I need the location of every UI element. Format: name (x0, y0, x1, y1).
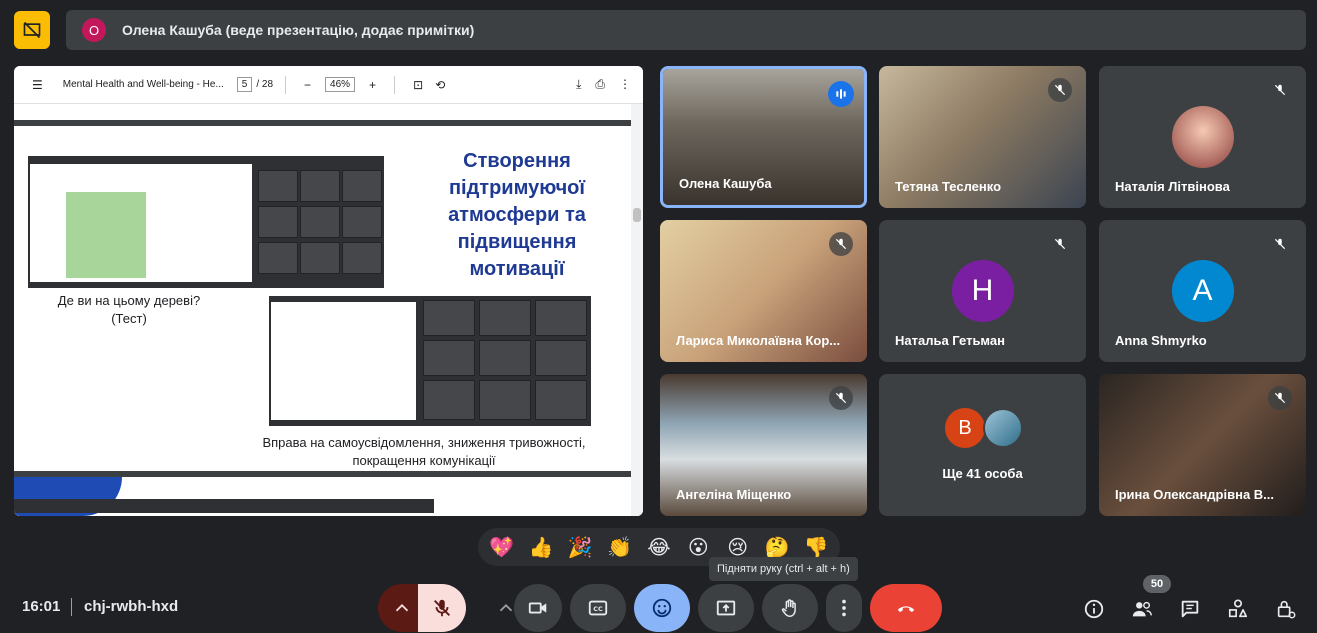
page-total: / 28 (256, 79, 274, 90)
presenter-banner: О Олена Кашуба (веде презентацію, додає … (66, 10, 1306, 50)
participant-avatar: H (951, 260, 1014, 322)
thumbs-up-reaction[interactable]: 👍 (524, 530, 558, 564)
more-participants-label: Ще 41 особа (942, 466, 1023, 481)
participant-avatar: A (1171, 260, 1234, 322)
sparkling-heart-reaction[interactable]: 💖 (485, 530, 519, 564)
clapping-reaction[interactable]: 👏 (603, 530, 637, 564)
party-popper-reaction[interactable]: 🎉 (563, 530, 597, 564)
participant-tile[interactable]: Ірина Олександрівна В... (1099, 374, 1306, 516)
participant-tile[interactable]: A Anna Shmyrko (1099, 220, 1306, 362)
participant-name: Наталія Літвінова (1115, 179, 1230, 194)
participant-tile[interactable]: Тетяна Тесленко (879, 66, 1086, 208)
hang-up-icon (897, 606, 915, 613)
microphone-toggle-button[interactable] (418, 584, 466, 632)
stop-presenting-icon[interactable] (14, 11, 50, 49)
participant-tile[interactable]: Наталія Літвінова (1099, 66, 1306, 208)
download-icon[interactable]: ⤓ (576, 77, 581, 92)
speaking-indicator-icon (828, 81, 854, 107)
camera-toggle-button[interactable] (514, 584, 562, 632)
raise-hand-button[interactable] (762, 584, 818, 632)
meeting-details-icon[interactable] (1081, 596, 1107, 622)
more-participants-tile[interactable]: В Ще 41 особа (879, 374, 1086, 516)
participant-name: Олена Кашуба (679, 176, 772, 191)
slide-title: Створення підтримуючої атмосфери та підв… (448, 150, 586, 280)
participant-name: Тетяна Тесленко (895, 179, 1002, 194)
participant-name: Ірина Олександрівна В... (1115, 487, 1275, 502)
rotate-icon[interactable]: ⟲ (435, 78, 445, 92)
slide-page: Створення підтримуючої атмосфери та підв… (14, 126, 631, 471)
more-vert-icon (842, 599, 846, 617)
toolbar-divider (394, 75, 396, 94)
footer-divider (71, 598, 72, 616)
reactions-button[interactable] (634, 584, 690, 632)
hand-icon (781, 599, 796, 617)
more-vert-icon[interactable]: ⋮ (619, 77, 631, 92)
chat-icon[interactable] (1177, 596, 1203, 622)
zoom-input[interactable]: 46% (325, 77, 356, 92)
participant-tile[interactable]: Лариса Миколаївна Кор... (660, 220, 867, 362)
present-now-button[interactable] (698, 584, 754, 632)
slide-caption-tree: Де ви на цьому дереві? (Тест) (57, 293, 201, 326)
participant-tile[interactable]: Олена Кашуба (660, 66, 867, 208)
menu-icon[interactable]: ☰ (32, 78, 43, 92)
meeting-code: chj-rwbh-hxd (84, 598, 179, 615)
slide-screenshot-2 (269, 296, 591, 426)
next-page-screenshot (14, 499, 434, 513)
screenshot-slide (271, 302, 416, 420)
closed-captions-icon: CC (588, 600, 608, 616)
present-screen-icon (716, 600, 736, 616)
chevron-up-icon (395, 603, 409, 612)
participant-tile[interactable]: H Натальа Гетьман (879, 220, 1086, 362)
mic-off-icon (1048, 78, 1072, 102)
participant-avatar: В (945, 408, 985, 448)
participant-avatar (983, 408, 1023, 448)
tears-of-joy-reaction[interactable]: 😂 (642, 530, 676, 564)
presenter-banner-text: Олена Кашуба (веде презентацію, додає пр… (122, 22, 475, 38)
participant-name: Anna Shmyrko (1115, 333, 1207, 348)
mic-off-icon (434, 599, 450, 617)
host-controls-icon[interactable] (1273, 596, 1299, 622)
page-number-input[interactable]: 5 (236, 77, 253, 92)
leave-call-button[interactable] (870, 584, 942, 632)
presentation-stage: ☰ Mental Health and Well-being - He... 5… (14, 66, 643, 516)
raise-hand-tooltip: Підняти руку (ctrl + alt + h) (709, 557, 858, 581)
next-page (14, 477, 631, 516)
pdf-title: Mental Health and Well-being - He... (62, 79, 224, 90)
participant-name: Натальа Гетьман (895, 333, 1005, 348)
emoji-icon (652, 598, 672, 618)
mic-off-icon (1268, 232, 1292, 256)
zoom-out-button[interactable]: − (304, 78, 311, 92)
participant-tile[interactable]: Ангеліна Міщенко (660, 374, 867, 516)
scrollbar[interactable] (631, 104, 643, 516)
mic-off-icon (1048, 232, 1072, 256)
participant-name: Ангеліна Міщенко (676, 487, 792, 502)
mic-off-icon (1268, 386, 1292, 410)
slide-caption-exercise: Вправа на самоусвідомлення, зниження три… (262, 435, 586, 468)
more-options-button[interactable] (826, 584, 862, 632)
activities-icon[interactable] (1225, 596, 1251, 622)
participants-count-badge: 50 (1143, 575, 1171, 593)
captions-button[interactable]: CC (570, 584, 626, 632)
camera-icon (528, 602, 547, 614)
pdf-toolbar: ☰ Mental Health and Well-being - He... 5… (14, 66, 643, 104)
scrollbar-thumb[interactable] (633, 208, 641, 222)
participant-name: Лариса Миколаївна Кор... (676, 333, 841, 348)
svg-text:CC: CC (593, 605, 603, 613)
mic-off-icon (829, 232, 853, 256)
screenshot-document (30, 164, 252, 282)
toolbar-divider (285, 75, 287, 94)
presenter-avatar: О (82, 18, 106, 42)
mic-off-icon (829, 386, 853, 410)
slide-screenshot-1 (28, 156, 384, 288)
fit-page-icon[interactable]: ⊡ (413, 78, 423, 92)
tree-image (66, 192, 146, 278)
participant-avatar (1171, 106, 1234, 168)
meeting-clock: 16:01 (22, 598, 61, 615)
mic-off-icon (1268, 78, 1292, 102)
zoom-in-button[interactable]: + (369, 78, 376, 92)
people-icon[interactable] (1129, 596, 1155, 622)
print-icon[interactable]: ⎙ (595, 77, 605, 92)
previous-page (14, 104, 631, 120)
